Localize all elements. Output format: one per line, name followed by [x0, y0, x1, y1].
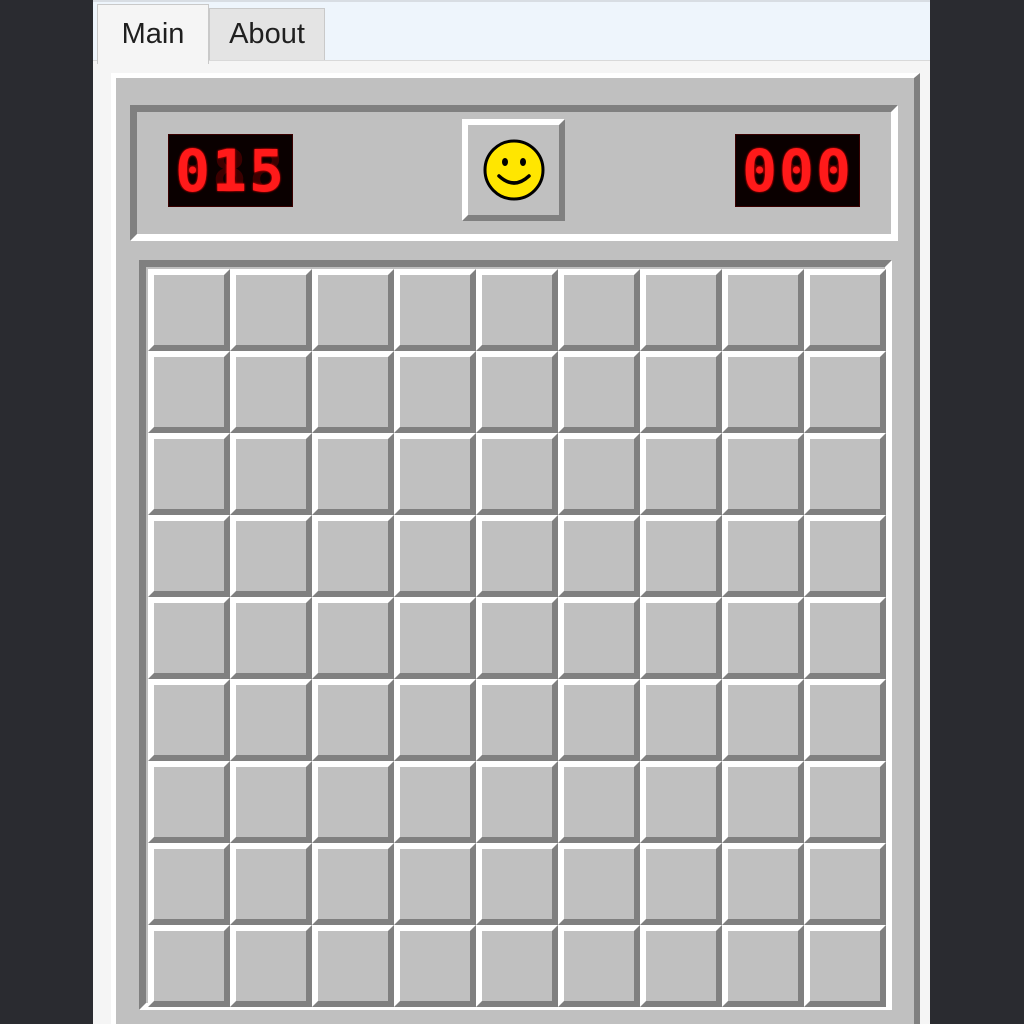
mine-cell-5-5[interactable] — [558, 679, 640, 761]
mine-cell-1-8[interactable] — [804, 351, 886, 433]
mine-cell-3-4[interactable] — [476, 515, 558, 597]
mine-cell-2-7[interactable] — [722, 433, 804, 515]
mine-cell-3-1[interactable] — [230, 515, 312, 597]
mine-cell-7-4[interactable] — [476, 843, 558, 925]
mine-cell-0-7[interactable] — [722, 269, 804, 351]
mine-cell-6-7[interactable] — [722, 761, 804, 843]
mine-cell-2-8[interactable] — [804, 433, 886, 515]
tab-main-label: Main — [121, 18, 185, 50]
app-window: Main About 888 015 888 000 — [93, 0, 930, 1024]
mine-cell-8-7[interactable] — [722, 925, 804, 1007]
mine-cell-0-6[interactable] — [640, 269, 722, 351]
mine-cell-5-0[interactable] — [148, 679, 230, 761]
mine-cell-5-1[interactable] — [230, 679, 312, 761]
minefield-grid — [148, 269, 886, 1007]
mine-cell-4-8[interactable] — [804, 597, 886, 679]
mine-cell-8-5[interactable] — [558, 925, 640, 1007]
mine-cell-7-8[interactable] — [804, 843, 886, 925]
mine-cell-1-7[interactable] — [722, 351, 804, 433]
mine-cell-7-7[interactable] — [722, 843, 804, 925]
minesweeper-panel: 888 015 888 000 — [111, 73, 920, 1024]
tab-strip: Main About — [93, 0, 930, 64]
mine-cell-1-4[interactable] — [476, 351, 558, 433]
mine-cell-7-2[interactable] — [312, 843, 394, 925]
mine-cell-2-3[interactable] — [394, 433, 476, 515]
mine-cell-8-6[interactable] — [640, 925, 722, 1007]
mine-cell-5-4[interactable] — [476, 679, 558, 761]
tab-about[interactable]: About — [209, 8, 325, 60]
mine-cell-4-3[interactable] — [394, 597, 476, 679]
mine-cell-6-0[interactable] — [148, 761, 230, 843]
mine-cell-4-1[interactable] — [230, 597, 312, 679]
mine-cell-0-0[interactable] — [148, 269, 230, 351]
mine-cell-0-2[interactable] — [312, 269, 394, 351]
mine-cell-1-5[interactable] — [558, 351, 640, 433]
mine-cell-1-1[interactable] — [230, 351, 312, 433]
mine-cell-3-0[interactable] — [148, 515, 230, 597]
mine-cell-2-2[interactable] — [312, 433, 394, 515]
mine-cell-8-3[interactable] — [394, 925, 476, 1007]
mine-cell-0-5[interactable] — [558, 269, 640, 351]
mine-cell-8-0[interactable] — [148, 925, 230, 1007]
mine-cell-2-5[interactable] — [558, 433, 640, 515]
mine-cell-3-8[interactable] — [804, 515, 886, 597]
mine-counter: 888 015 — [168, 134, 293, 207]
mine-cell-0-8[interactable] — [804, 269, 886, 351]
mine-cell-8-2[interactable] — [312, 925, 394, 1007]
mine-cell-7-3[interactable] — [394, 843, 476, 925]
game-header: 888 015 888 000 — [130, 105, 898, 241]
mine-cell-4-0[interactable] — [148, 597, 230, 679]
mine-cell-8-1[interactable] — [230, 925, 312, 1007]
mine-cell-1-0[interactable] — [148, 351, 230, 433]
mine-cell-2-4[interactable] — [476, 433, 558, 515]
mine-cell-3-2[interactable] — [312, 515, 394, 597]
mine-cell-1-3[interactable] — [394, 351, 476, 433]
timer-display: 888 000 — [735, 134, 860, 207]
reset-face-button[interactable] — [462, 119, 565, 221]
mine-cell-7-0[interactable] — [148, 843, 230, 925]
minefield — [139, 260, 892, 1010]
mine-cell-8-8[interactable] — [804, 925, 886, 1007]
mine-cell-6-6[interactable] — [640, 761, 722, 843]
mine-cell-0-3[interactable] — [394, 269, 476, 351]
mine-cell-0-1[interactable] — [230, 269, 312, 351]
mine-cell-2-6[interactable] — [640, 433, 722, 515]
mine-cell-3-3[interactable] — [394, 515, 476, 597]
mine-cell-0-4[interactable] — [476, 269, 558, 351]
mine-cell-2-1[interactable] — [230, 433, 312, 515]
tab-main[interactable]: Main — [97, 4, 209, 64]
mine-cell-6-8[interactable] — [804, 761, 886, 843]
mine-cell-7-6[interactable] — [640, 843, 722, 925]
mine-cell-5-8[interactable] — [804, 679, 886, 761]
mine-cell-6-3[interactable] — [394, 761, 476, 843]
mine-cell-6-5[interactable] — [558, 761, 640, 843]
mine-cell-1-2[interactable] — [312, 351, 394, 433]
mine-cell-3-6[interactable] — [640, 515, 722, 597]
mine-cell-3-5[interactable] — [558, 515, 640, 597]
mine-cell-5-7[interactable] — [722, 679, 804, 761]
mine-cell-4-2[interactable] — [312, 597, 394, 679]
mine-cell-3-7[interactable] — [722, 515, 804, 597]
mine-cell-8-4[interactable] — [476, 925, 558, 1007]
tab-about-label: About — [229, 18, 305, 50]
mine-cell-6-2[interactable] — [312, 761, 394, 843]
mine-cell-1-6[interactable] — [640, 351, 722, 433]
mine-cell-4-6[interactable] — [640, 597, 722, 679]
mine-cell-2-0[interactable] — [148, 433, 230, 515]
mine-cell-6-1[interactable] — [230, 761, 312, 843]
mine-cell-7-5[interactable] — [558, 843, 640, 925]
mine-cell-5-3[interactable] — [394, 679, 476, 761]
mine-cell-5-2[interactable] — [312, 679, 394, 761]
smiley-face-icon — [483, 139, 544, 201]
timer-value: 000 — [742, 136, 853, 205]
mine-cell-4-4[interactable] — [476, 597, 558, 679]
tab-content: 888 015 888 000 — [93, 60, 930, 1024]
mine-cell-4-7[interactable] — [722, 597, 804, 679]
mine-cell-5-6[interactable] — [640, 679, 722, 761]
mine-cell-7-1[interactable] — [230, 843, 312, 925]
mine-cell-6-4[interactable] — [476, 761, 558, 843]
mine-cell-4-5[interactable] — [558, 597, 640, 679]
mine-counter-value: 015 — [175, 136, 286, 205]
